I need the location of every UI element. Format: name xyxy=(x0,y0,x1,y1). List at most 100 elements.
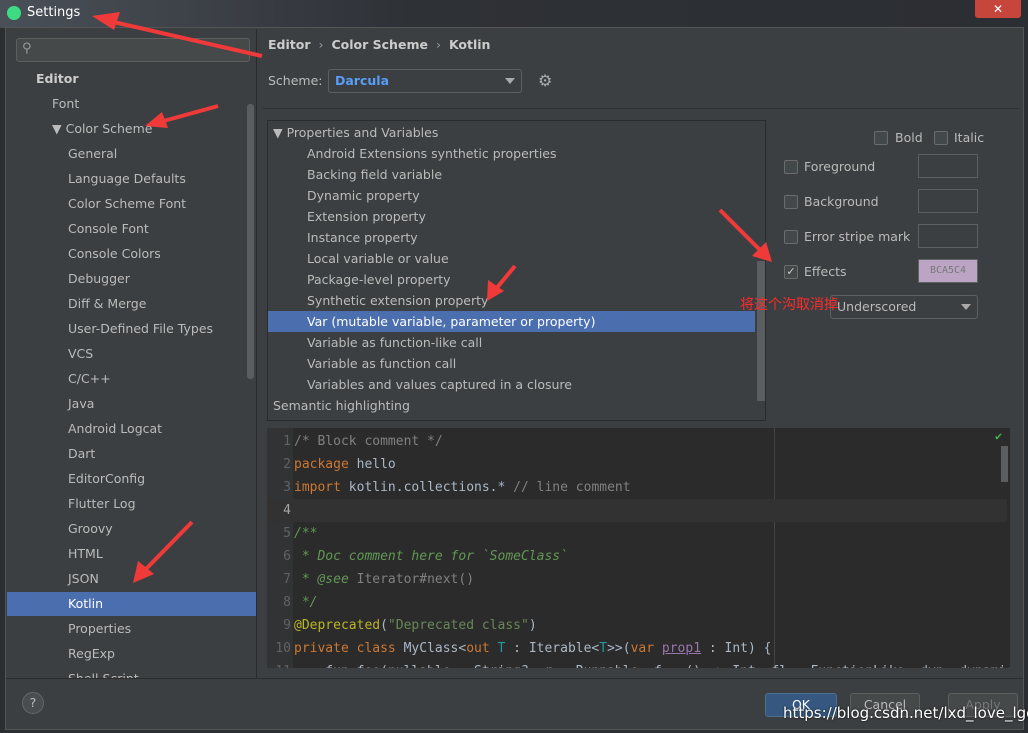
code-token: MyClass< xyxy=(403,641,467,656)
bold-label: Bold xyxy=(895,130,923,145)
option-item[interactable]: Android Extensions synthetic properties xyxy=(268,143,755,164)
bold-checkbox[interactable] xyxy=(874,131,888,145)
breadcrumb-editor[interactable]: Editor xyxy=(268,37,311,52)
sidebar-item: Editor xyxy=(36,71,79,86)
error-stripe-label: Error stripe mark xyxy=(804,229,911,244)
breadcrumb: Editor › Color Scheme › Kotlin xyxy=(268,37,491,52)
code-token: "Deprecated class" xyxy=(387,618,529,633)
background-color-swatch[interactable] xyxy=(918,189,978,213)
search-input[interactable]: ⚲ xyxy=(16,38,250,62)
sidebar-item[interactable]: Dart xyxy=(7,442,256,466)
code-token: */ xyxy=(294,595,318,610)
close-button[interactable]: ✕ xyxy=(975,0,1021,18)
sidebar-item[interactable]: RegExp xyxy=(7,642,256,666)
option-item[interactable]: Backing field variable xyxy=(268,164,755,185)
sidebar-item[interactable]: Groovy xyxy=(7,517,256,541)
option-item[interactable]: Dynamic property xyxy=(268,185,755,206)
code-line: 2 package hello xyxy=(267,453,1007,476)
code-line: 1/* Block comment */ xyxy=(267,430,1007,453)
option-item[interactable]: Var (mutable variable, parameter or prop… xyxy=(268,311,755,332)
effects-color-swatch[interactable]: BCA5C4 xyxy=(918,259,978,283)
sidebar-item[interactable]: ▼ Color Scheme xyxy=(7,117,256,141)
code-line: 10 private class MyClass<out T : Iterable… xyxy=(267,637,1007,660)
line-number: 5 xyxy=(283,526,291,541)
sidebar-item[interactable]: Font xyxy=(7,92,256,116)
android-studio-icon xyxy=(7,6,21,20)
option-item[interactable]: Variable as function call xyxy=(268,353,755,374)
code-line: 7 * @see Iterator#next() xyxy=(267,568,1007,591)
effects-type-dropdown[interactable]: Underscored xyxy=(830,295,978,319)
code-token: ) xyxy=(528,618,537,633)
gear-icon[interactable]: ⚙ xyxy=(538,71,552,90)
chevron-down-icon xyxy=(961,304,971,310)
error-stripe-checkbox[interactable] xyxy=(784,230,798,244)
sidebar-scrollbar[interactable] xyxy=(247,104,254,379)
italic-checkbox[interactable] xyxy=(934,131,948,145)
sidebar-item[interactable]: Console Colors xyxy=(7,242,256,266)
breadcrumb-color-scheme[interactable]: Color Scheme xyxy=(332,37,428,52)
code-line: 6 * Doc comment here for `SomeClass` xyxy=(267,545,1007,568)
help-button[interactable]: ? xyxy=(22,692,44,714)
search-icon: ⚲ xyxy=(22,41,32,56)
code-token: // line comment xyxy=(513,480,631,495)
option-item[interactable]: Variable as function-like call xyxy=(268,332,755,353)
option-item[interactable]: Synthetic extension property xyxy=(268,290,755,311)
code-token: import xyxy=(294,480,349,495)
editor-scrollbar[interactable] xyxy=(1001,446,1008,482)
sidebar-item[interactable]: Properties xyxy=(7,617,256,641)
effects-checkbox[interactable]: ✓ xyxy=(784,265,798,279)
option-item[interactable]: Semantic highlighting xyxy=(268,395,755,416)
window-title: Settings xyxy=(27,5,81,20)
sidebar-item[interactable]: Color Scheme Font xyxy=(7,192,256,216)
option-item[interactable]: Extension property xyxy=(268,206,755,227)
foreground-color-swatch[interactable] xyxy=(918,154,978,178)
chevron-down-icon xyxy=(505,78,515,84)
code-token: * @see xyxy=(294,572,357,587)
option-item[interactable]: Variables and values captured in a closu… xyxy=(268,374,755,395)
sidebar-item[interactable]: Java xyxy=(7,392,256,416)
code-token: @Deprecated xyxy=(294,618,381,633)
code-line: 11 fun foo(nullable : String?, r : Runna… xyxy=(267,660,1010,668)
option-item[interactable]: Local variable or value xyxy=(268,248,755,269)
code-token: prop1 xyxy=(661,641,702,656)
sidebar-item[interactable]: General xyxy=(7,142,256,166)
code-preview[interactable]: 1/* Block comment */2 package hello 3 impor… xyxy=(267,428,1010,668)
background-checkbox[interactable] xyxy=(784,195,798,209)
settings-dialog: ⚲ Editor Font ▼ Color Scheme General Languag… xyxy=(5,27,1024,730)
line-number: 3 xyxy=(283,480,291,495)
scheme-value: Darcula xyxy=(335,73,390,88)
sidebar-item[interactable]: JSON xyxy=(7,567,256,591)
sidebar-item[interactable]: HTML xyxy=(7,542,256,566)
sidebar-item[interactable]: C/C++ xyxy=(7,367,256,391)
foreground-checkbox[interactable] xyxy=(784,160,798,174)
sidebar-item[interactable]: Console Font xyxy=(7,217,256,241)
sidebar-item[interactable]: Debugger xyxy=(7,267,256,291)
line-number: 6 xyxy=(283,549,291,564)
sidebar-item[interactable]: User-Defined File Types xyxy=(7,317,256,341)
sidebar-item[interactable]: Flutter Log xyxy=(7,492,256,516)
option-item[interactable]: Instance property xyxy=(268,227,755,248)
code-token: * Doc comment here for `SomeClass` xyxy=(294,549,568,564)
sidebar-item[interactable]: VCS xyxy=(7,342,256,366)
sidebar-item[interactable]: Kotlin xyxy=(7,592,256,616)
italic-label: Italic xyxy=(954,130,985,145)
sidebar-item[interactable]: EditorConfig xyxy=(7,467,256,491)
settings-sidebar: ⚲ Editor Font ▼ Color Scheme General Languag… xyxy=(7,29,257,679)
error-stripe-color-swatch[interactable] xyxy=(918,224,978,248)
code-token: out xyxy=(466,641,498,656)
options-scrollbar[interactable] xyxy=(757,261,765,401)
scheme-dropdown[interactable]: Darcula xyxy=(328,69,522,93)
line-number: 11 xyxy=(267,660,291,668)
sidebar-item[interactable]: Diff & Merge xyxy=(7,292,256,316)
code-token: ( xyxy=(380,618,388,633)
option-item[interactable]: ▼ Properties and Variables xyxy=(268,122,755,143)
code-token: package xyxy=(294,457,357,472)
code-line: 5/** xyxy=(267,522,1007,545)
option-item[interactable]: Package-level property xyxy=(268,269,755,290)
sidebar-item[interactable]: Android Logcat xyxy=(7,417,256,441)
sidebar-item[interactable]: Language Defaults xyxy=(7,167,256,191)
effects-type-value: Underscored xyxy=(837,299,917,314)
background-label: Background xyxy=(804,194,879,209)
effects-label: Effects xyxy=(804,264,847,279)
line-number: 2 xyxy=(283,457,291,472)
